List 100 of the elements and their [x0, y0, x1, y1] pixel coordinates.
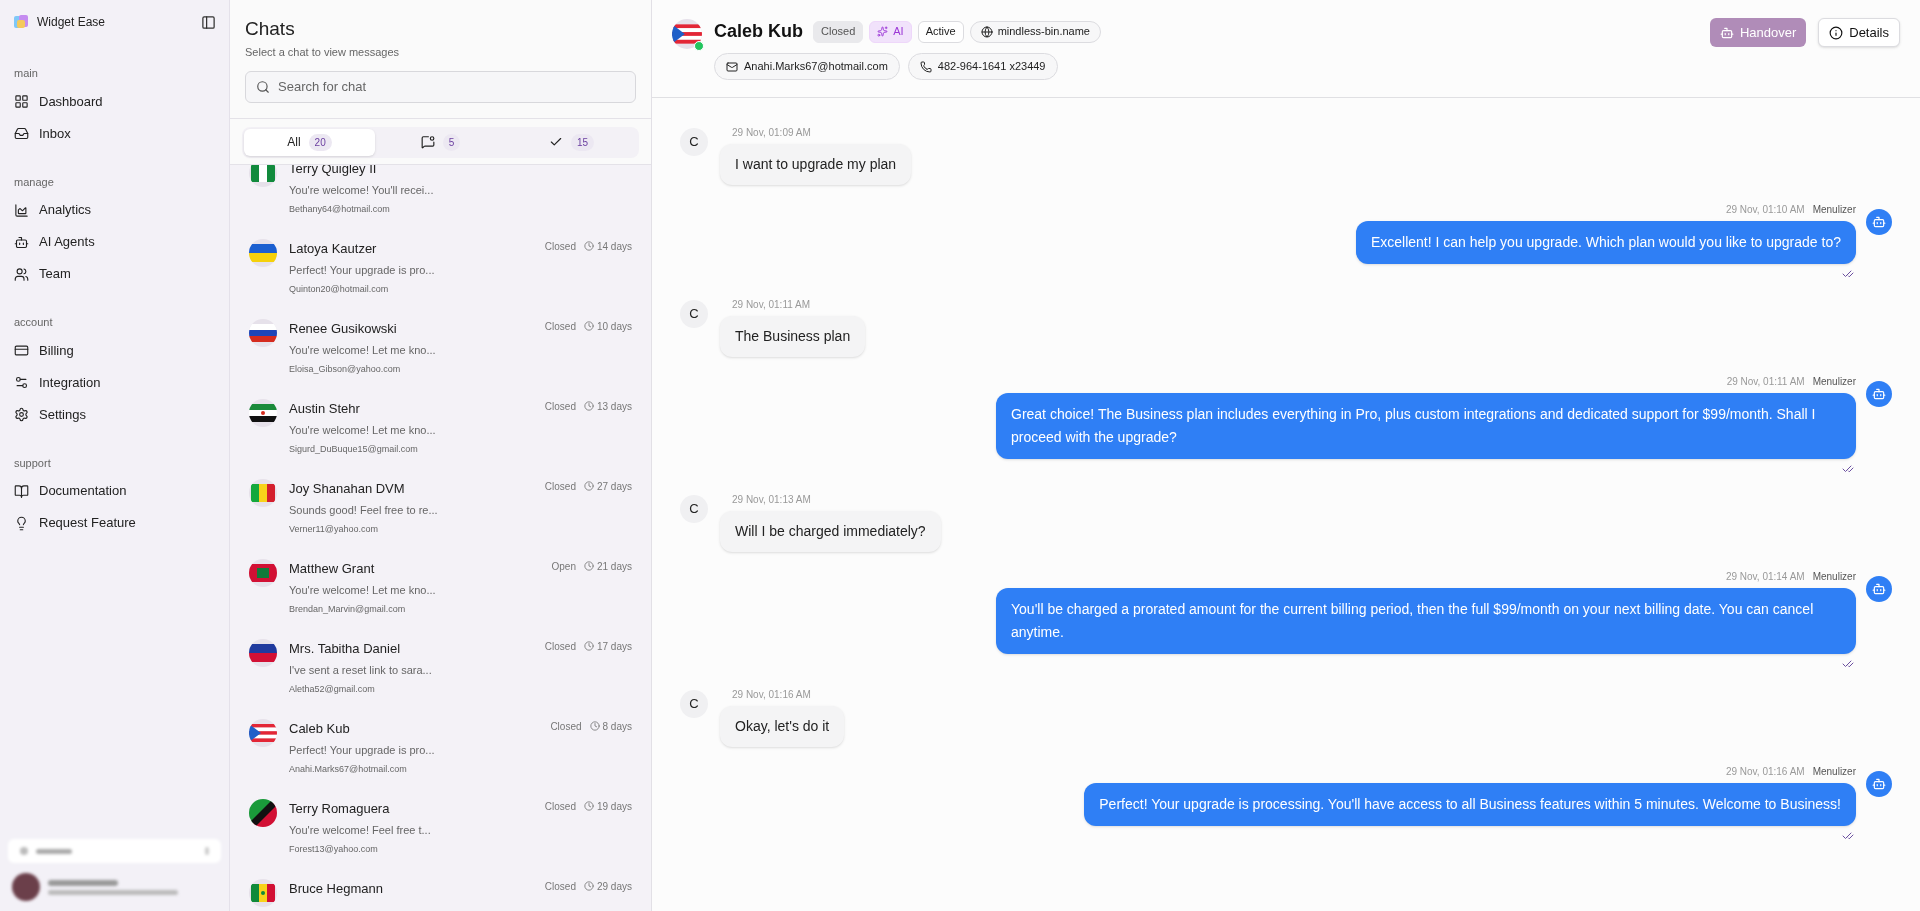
nav-item[interactable]: Team [10, 258, 219, 290]
clock-icon [583, 641, 594, 651]
status-label: Open [551, 559, 576, 574]
count-badge: 15 [570, 133, 595, 151]
sparkle-icon [877, 26, 889, 37]
sender-name: Menulizer [1812, 570, 1856, 584]
feature-icon [14, 515, 29, 531]
read-receipt-icon [1842, 658, 1854, 670]
nav-item[interactable]: Integration [10, 366, 219, 399]
chat-item[interactable]: Mrs. Tabitha Daniel Closed 17 days I've sent a reset link to sara... Aletha52@gmail.com [230, 629, 651, 710]
age-label: 17 days [596, 639, 632, 654]
docs-icon [14, 483, 29, 499]
contact-email: Anahi.Marks67@hotmail.com [289, 762, 407, 776]
flag-icon [249, 318, 277, 347]
read-receipt-icon [1842, 830, 1854, 842]
chat-item[interactable]: Matthew Grant Open 21 days You're welcome! Let me kno... Brendan_Marvin@gmail.com [230, 549, 651, 630]
clock-icon [589, 721, 600, 731]
chat-item[interactable]: Joy Shanahan DVM Closed 27 days Sounds good! Feel free to re... Verner11@yahoo.com [230, 469, 651, 550]
workspace-switcher[interactable] [8, 839, 221, 863]
contact-name: Terry Romaguera [289, 799, 390, 818]
age-label: 29 days [596, 879, 632, 894]
message-time: 29 Nov, 01:14 AM [1725, 570, 1805, 584]
search-icon [256, 79, 270, 94]
customer-message: The Business plan [720, 316, 866, 357]
message-preview: Perfect! Your upgrade is pro... [289, 742, 435, 758]
details-button[interactable]: Details [1818, 18, 1900, 47]
sender-name: Menulizer [1812, 765, 1856, 779]
agents-icon [14, 234, 29, 250]
bot-icon [1872, 777, 1886, 791]
contact-name: Matthew Grant [289, 559, 375, 578]
bot-icon [1872, 387, 1886, 401]
message-time: 29 Nov, 01:09 AM [732, 126, 811, 140]
nav-item[interactable]: Inbox [10, 117, 219, 150]
age-label: 19 days [596, 799, 632, 814]
message-preview: You're welcome! Let me kno... [289, 422, 436, 438]
status-badge: Closed [813, 20, 864, 43]
customer-message: Will I be charged immediately? [720, 511, 941, 552]
filter-tab[interactable]: 5 [375, 128, 506, 156]
status-label: Closed [544, 479, 576, 494]
message-preview: Sounds good! Feel free to re... [289, 502, 438, 518]
clock-icon [583, 321, 594, 331]
bot-icon [1872, 582, 1886, 596]
contact-name: Bruce Hegmann [289, 879, 383, 898]
flag-icon [249, 478, 277, 507]
bot-icon [1872, 215, 1886, 229]
filter-tab[interactable]: 15 [506, 128, 637, 156]
chat-item[interactable]: Latoya Kautzer Closed 14 days Perfect! Your upgrade is pro... Quinton20@hotmail.com [230, 229, 651, 310]
contact-name: Caleb Kub [714, 20, 803, 43]
status-label: Closed [544, 639, 576, 654]
age-label: 10 days [596, 319, 632, 334]
email-chip: Anahi.Marks67@hotmail.com [714, 53, 900, 80]
contact-email: Quinton20@hotmail.com [289, 282, 389, 296]
message-preview: Perfect! Your upgrade is pro... [289, 262, 435, 278]
nav-item[interactable]: Request Feature [10, 507, 219, 539]
nav-item[interactable]: Billing [10, 334, 219, 367]
panel-subtitle: Select a chat to view messages [245, 45, 401, 60]
search-field[interactable]: Search for chat [245, 70, 636, 103]
nav-item[interactable]: Analytics [10, 194, 219, 226]
status-label: Closed [544, 319, 576, 334]
customer-avatar: C [680, 495, 708, 523]
message-preview: I've sent a reset link to sara... [289, 662, 432, 678]
contact-email: Bethany64@hotmail.com [289, 202, 390, 216]
check-icon [548, 135, 563, 149]
customer-avatar: C [680, 300, 708, 328]
section-label: main [13, 66, 39, 81]
chat-item[interactable]: Terry Romaguera Closed 19 days You're welcome! Feel free t... Forest13@yahoo.com [230, 789, 651, 870]
contact-email: Verner11@yahoo.com [289, 522, 379, 536]
agent-message: Perfect! Your upgrade is processing. You'll have access to all Business features within 5 minutes. Welcome to Business! [1084, 783, 1856, 826]
agent-message: You'll be charged a prorated amount for the current billing period, then the full $99/month on your next billing date. You can cancel anytime. [996, 588, 1856, 654]
contact-name: Joy Shanahan DVM [289, 479, 405, 498]
read-receipt-icon [1842, 463, 1854, 475]
message-preview: You're welcome! Let me kno... [289, 342, 436, 358]
bot-icon [1719, 25, 1734, 40]
chat-item[interactable]: Bruce Hegmann Closed 29 days [230, 869, 651, 911]
filter-tab[interactable]: All 20 [244, 128, 375, 156]
nav-item[interactable]: AI Agents [10, 226, 219, 258]
chat-item[interactable]: Renee Gusikowski Closed 10 days You're welcome! Let me kno... Eloisa_Gibson@yahoo.com [230, 309, 651, 390]
clock-icon [583, 241, 594, 251]
agent-message: Excellent! I can help you upgrade. Which plan would you like to upgrade to? [1355, 221, 1856, 264]
info-icon [1829, 25, 1844, 40]
agent-message: Great choice! The Business plan includes everything in Pro, plus custom integrations and dedicated support for $99/month. Shall I proceed with the upgrade? [996, 393, 1856, 459]
integration-icon [14, 375, 29, 390]
customer-avatar: C [680, 128, 708, 156]
section-label: support [13, 455, 52, 471]
read-receipt-icon [1842, 268, 1854, 280]
dashboard-icon [14, 94, 29, 109]
chat-item[interactable]: Austin Stehr Closed 13 days You're welcome! Let me kno... Sigurd_DuBuque15@gmail.com [230, 389, 651, 470]
contact-name: Austin Stehr [289, 399, 360, 418]
nav-item[interactable]: Settings [10, 398, 219, 431]
contact-email: Aletha52@gmail.com [289, 682, 375, 696]
clock-icon [583, 881, 594, 891]
flag-icon [249, 558, 277, 587]
chat-item[interactable]: Caleb Kub Closed 8 days Perfect! Your upgrade is pro... Anahi.Marks67@hotmail.com [230, 709, 651, 790]
contact-name: Latoya Kautzer [289, 239, 377, 258]
nav-item[interactable]: Documentation [10, 475, 219, 507]
contact-name: Renee Gusikowski [289, 319, 397, 338]
nav-item[interactable]: Dashboard [10, 85, 219, 118]
sidebar-toggle-icon[interactable] [201, 14, 216, 30]
message-preview: You're welcome! Let me kno... [289, 582, 436, 598]
sender-name: Menulizer [1812, 203, 1856, 217]
